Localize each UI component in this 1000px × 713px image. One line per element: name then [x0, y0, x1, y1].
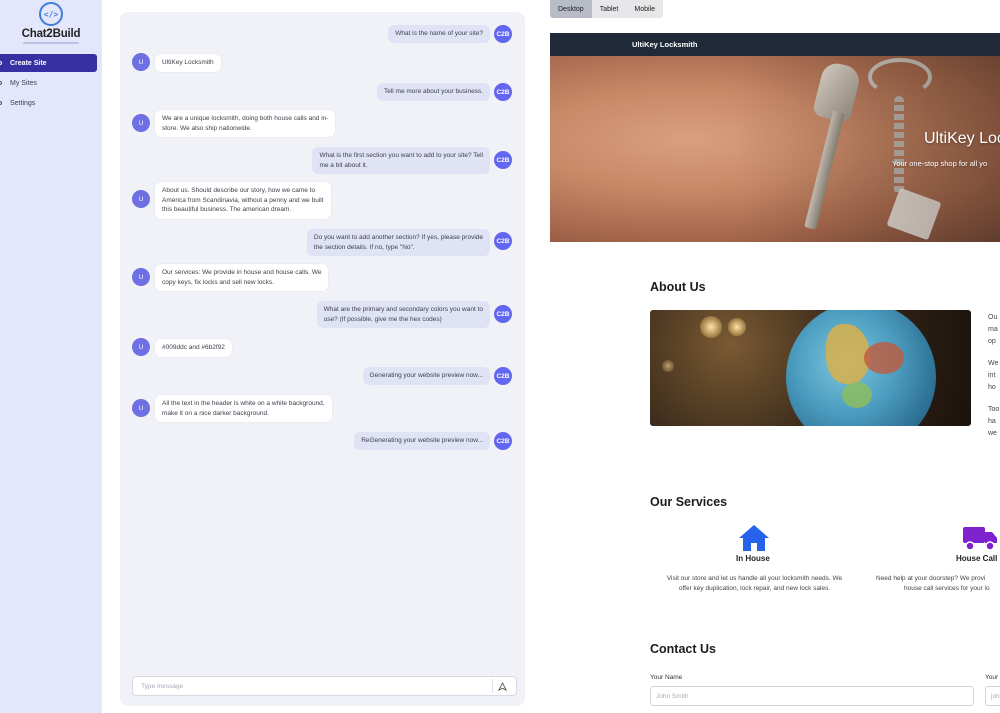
service-description: Need help at your doorstep? We provi hou…: [876, 575, 990, 592]
service-name: In House: [736, 554, 770, 563]
sidebar-item-label: Settings: [10, 99, 36, 107]
device-tabs: Desktop Tablet Mobile: [550, 0, 663, 18]
tab-mobile[interactable]: Mobile: [626, 0, 663, 18]
user-message: We are a unique locksmith, doing both ho…: [155, 110, 336, 137]
user-avatar: U: [132, 114, 150, 132]
user-message: UltiKey Locksmith: [155, 54, 221, 72]
service-description: Visit our store and let us handle all yo…: [666, 575, 843, 592]
message-input-bar: [132, 676, 517, 696]
plus-icon: [0, 61, 2, 65]
bot-message: What is the first section you want to ad…: [312, 147, 490, 174]
sidebar-item-label: Create Site: [10, 59, 47, 67]
about-text: Ou ma op We int ho Too ha we: [988, 314, 1000, 437]
sidebar: </> Chat2Build Create Site My Sites Sett…: [0, 0, 102, 713]
email-field-label: Your: [985, 674, 999, 681]
name-field[interactable]: [650, 686, 974, 706]
site-name[interactable]: UltiKey Locksmith: [632, 40, 697, 49]
bot-avatar: C2B: [494, 151, 512, 169]
services-title: Our Services: [650, 495, 728, 509]
sidebar-item-my-sites[interactable]: My Sites: [0, 74, 97, 92]
user-message: All the text in the header is white on a…: [155, 395, 332, 422]
user-avatar: U: [132, 399, 150, 417]
website-preview: Desktop Tablet Mobile UltiKey Locksmith …: [541, 0, 1000, 713]
globe-land: [842, 382, 872, 408]
app-logo[interactable]: </> Chat2Build: [8, 2, 94, 46]
user-message: #009ddc and #6b2f92: [155, 339, 232, 357]
email-field[interactable]: [985, 686, 1000, 706]
user-message: Our services: We provide in house and ho…: [155, 264, 329, 291]
bot-avatar: C2B: [494, 305, 512, 323]
user-message: About us. Should describe our story, how…: [155, 182, 331, 219]
hero-title: UltiKey Lock: [924, 130, 1000, 147]
bot-message: What is the name of your site?: [388, 25, 490, 43]
send-button[interactable]: [492, 679, 512, 693]
chat-panel: What is the name of your site? C2B U Ult…: [120, 12, 525, 706]
hero-banner: UltiKey Lock Your one-stop shop for all …: [550, 56, 1000, 242]
sidebar-item-settings[interactable]: Settings: [0, 94, 97, 112]
hero-subtitle: Your one-stop shop for all yo: [892, 159, 988, 168]
globe-image-part: [786, 310, 936, 426]
hero-overlay: [550, 56, 1000, 242]
code-bubble-icon: </>: [39, 2, 63, 26]
light-bokeh: [700, 316, 722, 338]
about-title: About Us: [650, 280, 706, 294]
bot-avatar: C2B: [494, 232, 512, 250]
user-avatar: U: [132, 338, 150, 356]
bot-message: ReGenerating your website preview now...: [354, 432, 490, 450]
bot-avatar: C2B: [494, 432, 512, 450]
globe-icon: [0, 81, 2, 85]
site-header: UltiKey Locksmith: [550, 33, 1000, 56]
contact-title: Contact Us: [650, 642, 716, 656]
tab-desktop[interactable]: Desktop: [550, 0, 592, 18]
bot-message: Do you want to add another section? If y…: [306, 229, 490, 256]
service-name: House Call: [956, 554, 998, 563]
light-bokeh: [728, 318, 746, 336]
house-icon: [739, 525, 769, 551]
light-bokeh: [662, 360, 674, 372]
message-input[interactable]: [133, 677, 483, 695]
sidebar-item-create-site[interactable]: Create Site: [0, 54, 97, 72]
bot-avatar: C2B: [494, 25, 512, 43]
name-field-label: Your Name: [650, 674, 683, 681]
user-avatar: U: [132, 268, 150, 286]
logo-tagline-decoration: [23, 42, 79, 44]
bot-message: Tell me more about your business.: [377, 83, 490, 101]
truck-icon: [963, 527, 997, 551]
logo-text: Chat2Build: [21, 28, 81, 40]
sidebar-item-label: My Sites: [10, 79, 37, 87]
globe-land: [864, 342, 904, 374]
about-image-globe: [650, 310, 971, 426]
bot-message: What are the primary and secondary color…: [316, 301, 490, 328]
user-avatar: U: [132, 53, 150, 71]
bot-message: Generating your website preview now...: [362, 367, 490, 385]
user-avatar: U: [132, 190, 150, 208]
send-icon: [498, 681, 507, 691]
tab-tablet[interactable]: Tablet: [592, 0, 627, 18]
bot-avatar: C2B: [494, 83, 512, 101]
gear-icon: [0, 101, 2, 105]
bot-avatar: C2B: [494, 367, 512, 385]
